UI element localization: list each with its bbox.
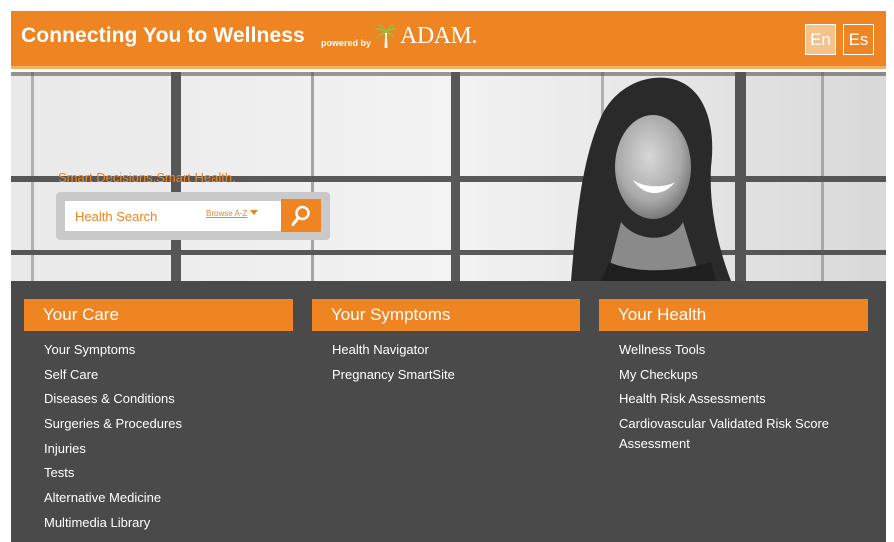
search-placeholder: Health Search	[75, 209, 158, 224]
nav-panel: Your Care Your Symptoms Self Care Diseas…	[11, 281, 886, 542]
caret-down-icon	[250, 210, 259, 215]
nav-heading-your-care[interactable]: Your Care	[24, 299, 293, 331]
nav-link-surgeries-procedures[interactable]: Surgeries & Procedures	[24, 414, 293, 434]
nav-link-multimedia-library[interactable]: Multimedia Library	[24, 513, 293, 533]
search-button[interactable]	[281, 199, 321, 232]
nav-link-wellness-tools[interactable]: Wellness Tools	[599, 340, 868, 360]
nav-column-your-symptoms: Your Symptoms Health Navigator Pregnancy…	[312, 299, 580, 389]
nav-link-your-symptoms[interactable]: Your Symptoms	[24, 340, 293, 360]
adam-logo-text: ADAM.	[400, 22, 477, 49]
site-title[interactable]: Connecting You to Wellness	[21, 24, 305, 48]
browse-a-z-label: Browse A-Z	[206, 209, 248, 218]
hero-banner: Smart Decisions.Smart Health. Health Sea…	[11, 72, 886, 281]
palm-tree-icon	[374, 24, 398, 48]
site-header: Connecting You to Wellness powered by AD…	[11, 11, 886, 69]
nav-link-alternative-medicine[interactable]: Alternative Medicine	[24, 488, 293, 508]
nav-list-your-health: Wellness Tools My Checkups Health Risk A…	[599, 340, 868, 454]
nav-link-diseases-conditions[interactable]: Diseases & Conditions	[24, 389, 293, 409]
nav-heading-your-health[interactable]: Your Health	[599, 299, 868, 331]
search-icon	[291, 205, 310, 226]
language-spanish-button[interactable]: Es	[843, 24, 874, 55]
nav-list-your-care: Your Symptoms Self Care Diseases & Condi…	[24, 340, 293, 533]
powered-by-label: powered by	[321, 38, 372, 48]
language-english-button[interactable]: En	[805, 24, 836, 55]
nav-link-health-navigator[interactable]: Health Navigator	[312, 340, 580, 360]
health-search-input[interactable]: Health Search Browse A-Z	[65, 201, 287, 231]
nav-heading-your-symptoms[interactable]: Your Symptoms	[312, 299, 580, 331]
nav-link-pregnancy-smartsite[interactable]: Pregnancy SmartSite	[312, 365, 580, 385]
nav-link-health-risk-assessments[interactable]: Health Risk Assessments	[599, 389, 868, 409]
nav-column-your-health: Your Health Wellness Tools My Checkups H…	[599, 299, 868, 459]
nav-link-injuries[interactable]: Injuries	[24, 439, 293, 459]
browse-a-z-link[interactable]: Browse A-Z	[206, 209, 259, 218]
hero-tagline: Smart Decisions.Smart Health.	[58, 170, 236, 185]
nav-column-your-care: Your Care Your Symptoms Self Care Diseas…	[24, 299, 293, 538]
health-search-box: Health Search Browse A-Z	[56, 192, 330, 240]
nav-list-your-symptoms: Health Navigator Pregnancy SmartSite	[312, 340, 580, 385]
adam-logo[interactable]: ADAM.	[373, 23, 493, 49]
nav-link-tests[interactable]: Tests	[24, 463, 293, 483]
nav-link-my-checkups[interactable]: My Checkups	[599, 365, 868, 385]
nav-link-cardiovascular-risk-score[interactable]: Cardiovascular Validated Risk Score Asse…	[599, 414, 868, 454]
nav-link-self-care[interactable]: Self Care	[24, 365, 293, 385]
